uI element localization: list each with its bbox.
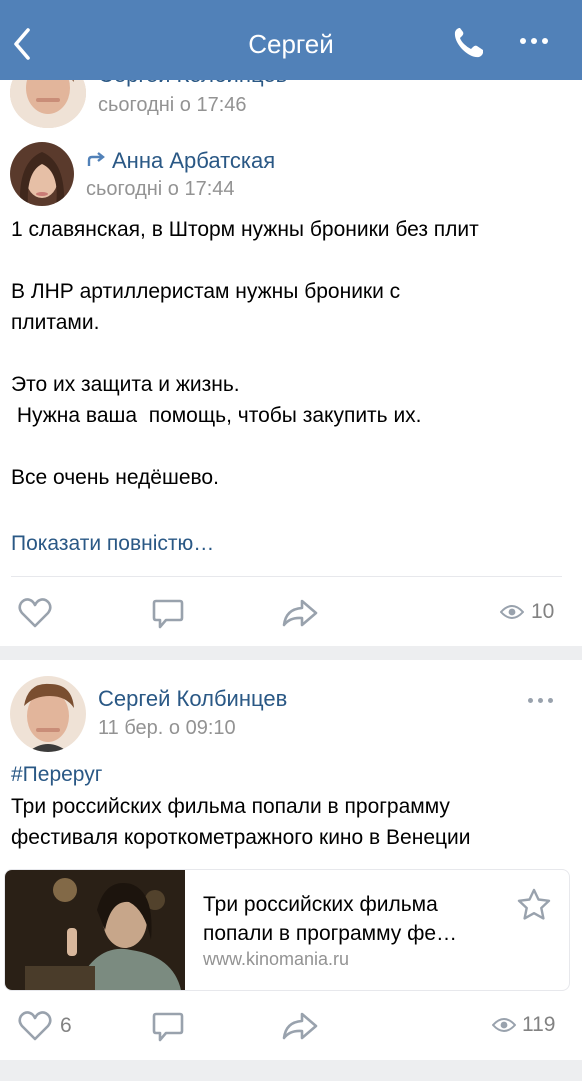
- more-menu-button[interactable]: [520, 38, 556, 48]
- like-button[interactable]: [18, 1011, 52, 1041]
- bookmark-button[interactable]: [517, 888, 551, 920]
- share-icon: [282, 1012, 318, 1040]
- heart-icon: [18, 598, 52, 628]
- post-author-name[interactable]: Сергей Колбинцев: [98, 686, 287, 712]
- more-dots-icon: [528, 698, 553, 703]
- share-icon: [282, 599, 318, 627]
- action-separator: [11, 576, 562, 577]
- author-avatar-image: [10, 676, 86, 752]
- views-count: 10: [531, 600, 555, 623]
- post-divider: [0, 646, 582, 660]
- star-icon: [517, 888, 551, 920]
- like-button[interactable]: [18, 598, 52, 628]
- link-card-thumbnail: [5, 870, 185, 990]
- post-time: сьогодні о 17:46: [98, 94, 247, 116]
- post-divider: [0, 1060, 582, 1081]
- more-dots-icon: [520, 38, 556, 44]
- repost-avatar[interactable]: [10, 142, 74, 206]
- share-button[interactable]: [282, 598, 318, 628]
- likes-count: 6: [60, 1014, 72, 1037]
- heart-icon: [18, 1011, 52, 1041]
- link-card[interactable]: Три российских фильма попали в программу…: [4, 869, 570, 991]
- post-menu-button[interactable]: [528, 698, 553, 703]
- repost-arrow-icon: [87, 152, 105, 166]
- views-count: 119: [522, 1013, 556, 1036]
- page-title: Сергей: [248, 29, 334, 59]
- eye-icon: [500, 605, 524, 619]
- comment-button[interactable]: [152, 598, 184, 630]
- comment-icon: [152, 1012, 184, 1042]
- share-button[interactable]: [282, 1011, 318, 1041]
- repost-avatar-image: [10, 142, 74, 206]
- top-nav-bar: Сергей: [0, 0, 582, 80]
- repost-time: сьогодні о 17:44: [86, 178, 235, 200]
- phone-icon: [454, 28, 483, 58]
- link-card-title: Три российских фильма попали в программу…: [203, 893, 458, 945]
- eye-icon: [492, 1018, 516, 1032]
- author-avatar[interactable]: [10, 676, 86, 752]
- call-button[interactable]: [452, 26, 486, 60]
- link-card-domain: www.kinomania.ru: [203, 949, 350, 969]
- post-text: Три российских фильма попали в программу…: [11, 795, 471, 849]
- show-more-link[interactable]: Показати повністю…: [11, 532, 214, 556]
- comment-icon: [152, 599, 184, 629]
- repost-author-name[interactable]: Анна Арбатская: [112, 148, 275, 174]
- hashtag-link[interactable]: #Переруг: [11, 763, 102, 787]
- post-time: 11 бер. о 09:10: [98, 717, 236, 739]
- comment-button[interactable]: [152, 1011, 184, 1043]
- post-text: 1 славянская, в Шторм нужны броники без …: [11, 218, 479, 489]
